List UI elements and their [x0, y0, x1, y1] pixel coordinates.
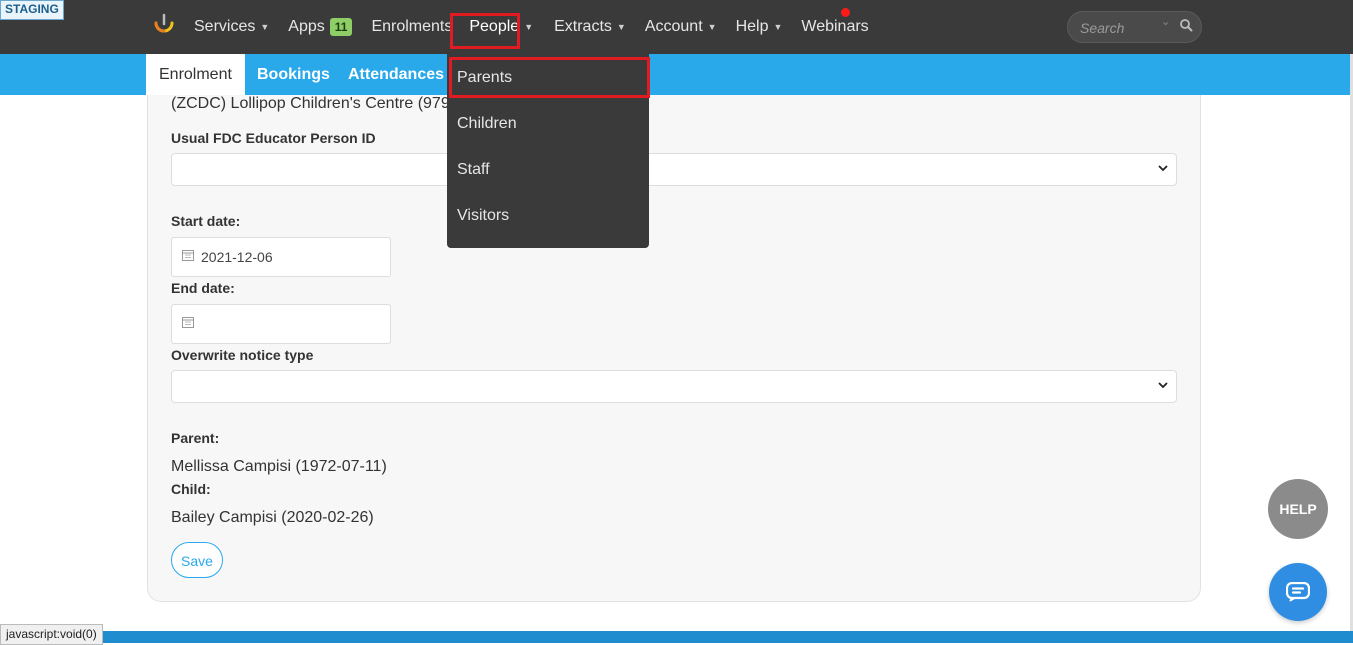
child-label: Child:: [171, 481, 211, 497]
menu-item-staff[interactable]: Staff: [457, 161, 490, 179]
environment-badge: STAGING: [0, 0, 64, 20]
caret-down-icon: ▼: [524, 22, 534, 32]
sub-navbar: Enrolment Bookings Attendances: [0, 54, 1353, 95]
fdc-educator-label: Usual FDC Educator Person ID: [171, 130, 376, 146]
nav-extracts[interactable]: Extracts ▼: [554, 18, 626, 36]
footer-bar: [0, 631, 1353, 643]
parent-label: Parent:: [171, 430, 220, 446]
nav-people-label: People: [469, 18, 520, 35]
nav-help[interactable]: Help ▼: [736, 18, 783, 36]
menu-item-children[interactable]: Children: [457, 115, 517, 133]
nav-people[interactable]: People ▼: [469, 18, 533, 36]
nav-webinars-label: Webinars: [801, 18, 869, 35]
nav-account[interactable]: Account ▼: [645, 18, 717, 36]
nav-enrolments[interactable]: Enrolments: [371, 18, 452, 36]
fdc-educator-select[interactable]: [171, 153, 1177, 186]
caret-down-icon: ▼: [616, 22, 626, 32]
people-dropdown-menu: Parents Children Staff Visitors: [447, 40, 649, 248]
nav-extracts-label: Extracts: [554, 18, 612, 35]
caret-down-icon: ▼: [773, 22, 783, 32]
start-date-value: 2021-12-06: [201, 249, 273, 265]
nav-apps[interactable]: Apps 11: [288, 18, 353, 36]
end-date-label: End date:: [171, 280, 235, 296]
nav-account-label: Account: [644, 18, 703, 35]
end-date-field[interactable]: [171, 304, 391, 344]
apps-count-badge: 11: [329, 18, 353, 36]
tab-enrolment[interactable]: Enrolment: [146, 54, 245, 95]
chevron-down-icon: [1158, 165, 1168, 172]
chat-button[interactable]: [1269, 563, 1327, 621]
menu-item-parents[interactable]: Parents: [457, 69, 512, 87]
app-logo-icon[interactable]: [152, 13, 176, 39]
chevron-down-icon: [1158, 382, 1168, 389]
search-icon[interactable]: [1179, 18, 1193, 32]
save-button[interactable]: Save: [171, 542, 223, 578]
caret-down-icon: ▼: [707, 22, 717, 32]
chat-icon: [1286, 582, 1310, 602]
chevron-down-icon[interactable]: ⌄: [1161, 15, 1170, 28]
search-box: ⌄: [1067, 11, 1202, 43]
child-value: Bailey Campisi (2020-02-26): [171, 509, 374, 526]
tab-bookings[interactable]: Bookings: [257, 54, 330, 95]
nav-enrolments-label: Enrolments: [371, 18, 453, 35]
nav-services[interactable]: Services ▼: [194, 18, 269, 36]
start-date-label: Start date:: [171, 213, 241, 229]
tab-attendances[interactable]: Attendances: [348, 54, 444, 95]
help-button[interactable]: HELP: [1268, 479, 1328, 539]
start-date-field[interactable]: 2021-12-06: [171, 237, 391, 277]
search-input[interactable]: [1078, 18, 1162, 38]
service-name: (ZCDC) Lollipop Children's Centre (979): [171, 95, 456, 112]
notification-dot: [841, 8, 850, 17]
calendar-icon: [182, 317, 194, 328]
parent-value: Mellissa Campisi (1972-07-11): [171, 458, 387, 475]
caret-down-icon: ▼: [260, 22, 270, 32]
nav-services-label: Services: [194, 18, 256, 35]
nav-apps-label: Apps: [288, 18, 325, 35]
status-bar-url: javascript:void(0): [0, 624, 103, 645]
nav-webinars[interactable]: Webinars: [801, 18, 868, 36]
top-navbar: Services ▼ Apps 11 Enrolments People ▼ E…: [0, 0, 1353, 54]
nav-help-label: Help: [735, 18, 769, 35]
notice-type-label: Overwrite notice type: [171, 347, 314, 363]
calendar-icon: [182, 250, 194, 261]
menu-item-visitors[interactable]: Visitors: [457, 207, 509, 225]
notice-type-select[interactable]: [171, 370, 1177, 403]
